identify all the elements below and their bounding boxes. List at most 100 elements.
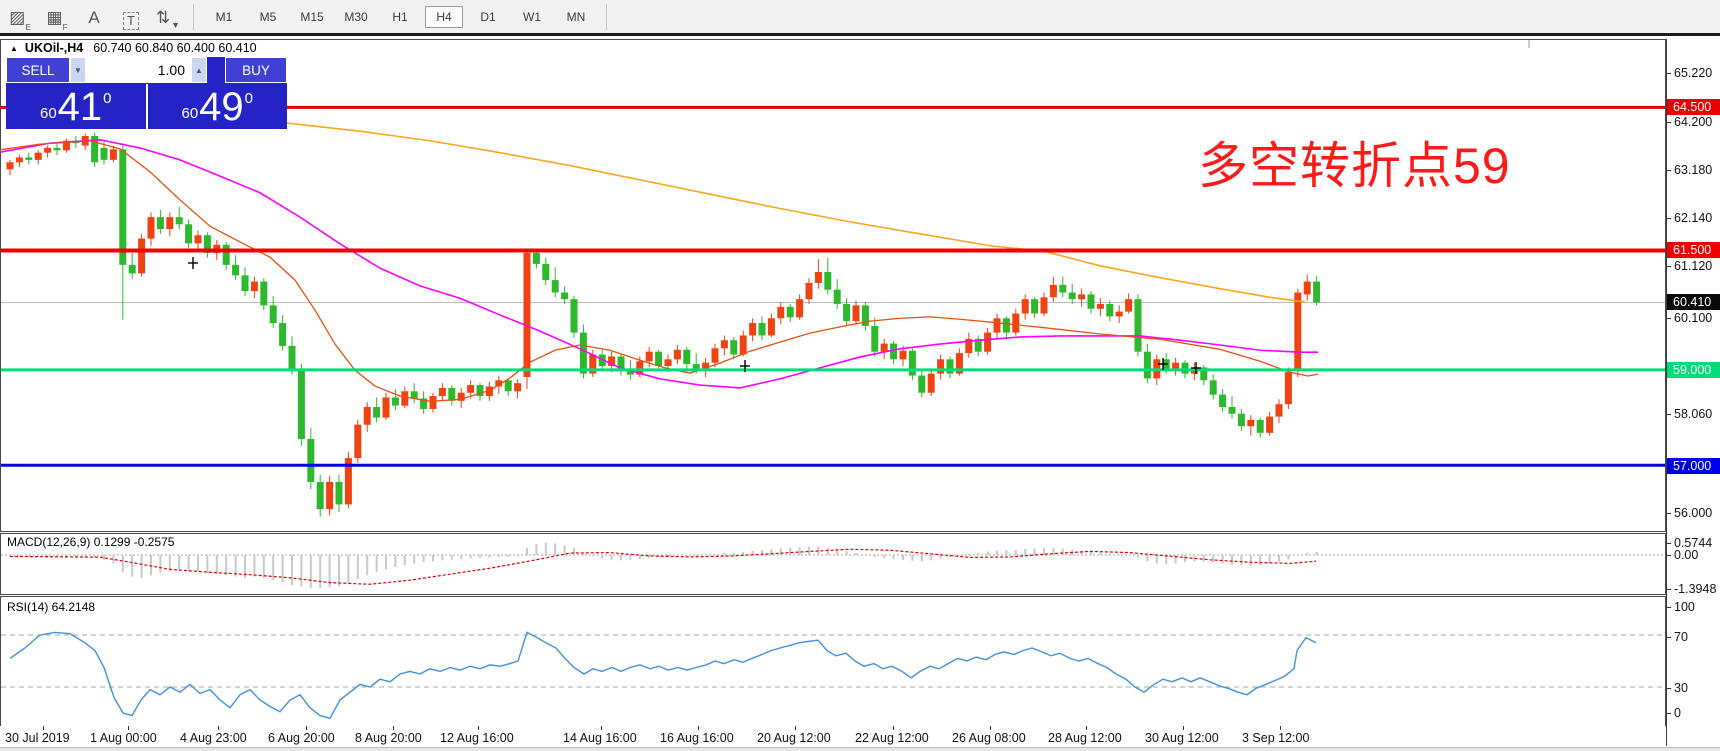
candle-body xyxy=(712,348,719,362)
macd-panel[interactable] xyxy=(1,534,1666,595)
time-tick xyxy=(1183,726,1184,730)
candle-body xyxy=(730,340,737,354)
candle-body xyxy=(646,352,653,362)
sell-button[interactable]: SELL xyxy=(6,57,70,83)
sell-price[interactable]: 60 41 0 xyxy=(6,84,146,129)
rsi-scale-label: 70 xyxy=(1674,630,1688,644)
candle-body xyxy=(693,364,700,369)
time-label: 6 Aug 20:00 xyxy=(268,731,335,745)
candle-body xyxy=(984,333,991,352)
candle-body xyxy=(157,217,164,229)
chart-annotation-text: 多空转折点59 xyxy=(1198,126,1511,198)
candle-body xyxy=(439,388,446,396)
candle-body xyxy=(129,265,136,274)
mt4-window: ▨E▦FAT⇅▼ M1M5M15M30H1H4D1W1MN ▲UKOil-,H4… xyxy=(0,0,1720,750)
candle-body xyxy=(1012,314,1019,333)
candle-body xyxy=(166,217,173,229)
sell-price-head: 60 xyxy=(40,105,57,122)
candle-body xyxy=(1050,285,1057,297)
price-axis[interactable]: 65.22064.20063.18062.14061.12060.10058.0… xyxy=(1666,36,1720,750)
candle-body xyxy=(1116,312,1123,317)
candle-body xyxy=(1247,420,1254,426)
time-label: 14 Aug 16:00 xyxy=(563,731,637,745)
candle-body xyxy=(740,335,747,354)
candle-body xyxy=(195,235,202,243)
bid-ask-prices: 60 41 0 60 49 0 xyxy=(6,84,287,129)
time-tick xyxy=(698,726,699,730)
candle-body xyxy=(119,149,126,264)
candle-body xyxy=(1285,372,1292,404)
buy-price[interactable]: 60 49 0 xyxy=(148,84,288,129)
candle-body xyxy=(665,359,672,366)
candle-body xyxy=(411,391,418,398)
candle-body xyxy=(354,425,361,458)
time-tick xyxy=(795,726,796,730)
candle-body xyxy=(937,359,944,373)
candle-body xyxy=(448,388,455,401)
candle-body xyxy=(815,272,822,283)
panel-collapse-arrow[interactable]: ▲ xyxy=(10,44,18,53)
rsi-panel[interactable] xyxy=(1,597,1666,727)
one-click-trade-panel: SELL ▼ ▲ BUY 60 41 0 60 49 0 xyxy=(6,57,287,129)
candle-body xyxy=(871,326,878,352)
candle-body xyxy=(890,344,897,360)
volume-input[interactable] xyxy=(86,57,191,83)
candle-body xyxy=(1041,297,1048,313)
candle-body xyxy=(307,439,314,482)
candle-body xyxy=(260,282,267,306)
time-label: 28 Aug 12:00 xyxy=(1048,731,1122,745)
candle-body xyxy=(1229,407,1236,414)
candle-body xyxy=(373,407,380,417)
time-label: 4 Aug 23:00 xyxy=(180,731,247,745)
candle-body xyxy=(1125,299,1132,311)
candle-body xyxy=(1182,363,1189,374)
buy-price-pip: 0 xyxy=(245,90,253,107)
candle-body xyxy=(223,245,230,265)
candle-body xyxy=(430,396,437,409)
candle-body xyxy=(44,148,51,153)
candle-body xyxy=(1276,404,1283,416)
candle-body xyxy=(1294,293,1301,370)
time-tick xyxy=(1086,726,1087,730)
candle-body xyxy=(909,351,916,376)
candle-body xyxy=(796,299,803,317)
candle-body xyxy=(364,407,371,425)
candle-body xyxy=(148,217,155,238)
candle-body xyxy=(1266,417,1273,433)
candle-body xyxy=(7,162,14,169)
macd-label: MACD(12,26,9) 0.1299 -0.2575 xyxy=(7,535,174,549)
time-tick xyxy=(218,726,219,730)
candle-body xyxy=(768,318,775,335)
candle-body xyxy=(1304,282,1311,295)
time-label: 30 Aug 12:00 xyxy=(1145,731,1219,745)
volume-increase-button[interactable]: ▲ xyxy=(191,57,207,83)
candle-body xyxy=(834,290,841,304)
time-tick xyxy=(306,726,307,730)
time-label: 3 Sep 12:00 xyxy=(1242,731,1309,745)
time-label: 26 Aug 08:00 xyxy=(952,731,1026,745)
candle-body xyxy=(1257,420,1264,433)
time-tick xyxy=(601,726,602,730)
time-axis[interactable]: 30 Jul 20191 Aug 00:004 Aug 23:006 Aug 2… xyxy=(0,726,1666,747)
time-label: 1 Aug 00:00 xyxy=(90,731,157,745)
candle-body xyxy=(824,272,831,290)
candle-body xyxy=(1088,294,1095,308)
volume-decrease-button[interactable]: ▼ xyxy=(70,57,86,83)
buy-price-big: 49 xyxy=(199,87,244,127)
time-tick xyxy=(1280,726,1281,730)
candle-body xyxy=(928,374,935,393)
buy-button[interactable]: BUY xyxy=(225,57,287,83)
candle-body xyxy=(1106,304,1113,316)
price-badge-61.500: 61.500 xyxy=(1666,242,1720,258)
candle-body xyxy=(251,282,258,292)
candle-body xyxy=(1313,282,1320,303)
candle-body xyxy=(317,482,324,509)
axis-border xyxy=(1666,39,1667,746)
time-tick xyxy=(128,726,129,730)
sell-price-pip: 0 xyxy=(103,90,111,107)
candle-body xyxy=(392,397,399,405)
symbol-label: UKOil-,H4 xyxy=(25,41,83,55)
rsi-scale-label: 30 xyxy=(1674,681,1688,695)
candle-body xyxy=(1022,299,1029,313)
price-badge-59.000: 59.000 xyxy=(1666,362,1720,378)
